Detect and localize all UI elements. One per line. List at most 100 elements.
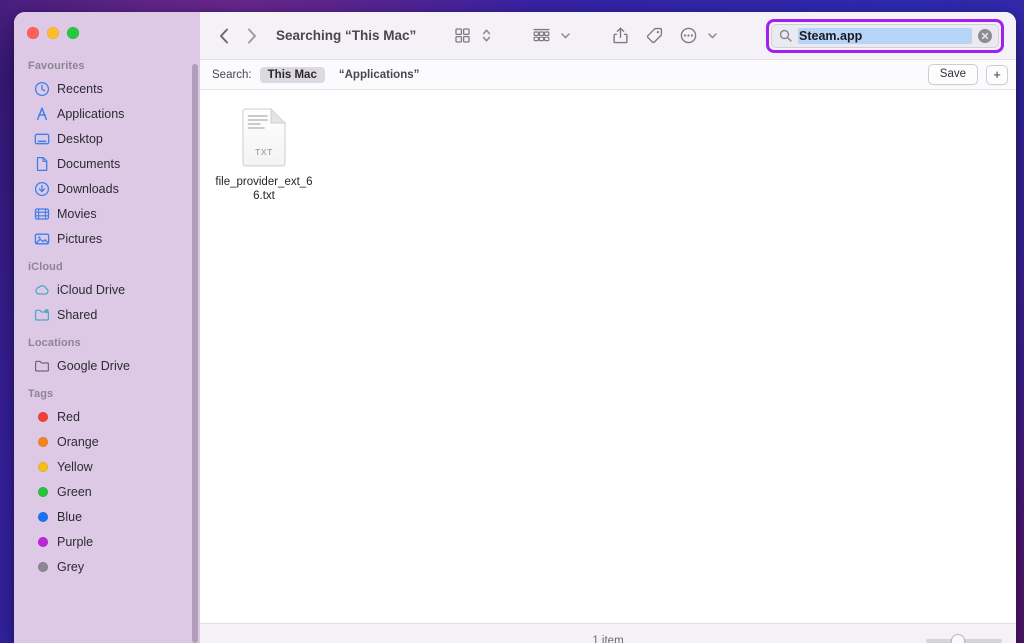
scope-chip--applications-[interactable]: “Applications”	[331, 67, 428, 83]
tag-dot-icon	[34, 559, 50, 575]
save-button[interactable]: Save	[927, 64, 978, 85]
sidebar: Favourites Recents Applications Desktop Docu…	[14, 12, 200, 643]
close-button[interactable]	[27, 27, 39, 39]
tag-color-dot	[38, 512, 48, 522]
sidebar-item-label: Documents	[57, 157, 121, 171]
sidebar-item-label: Orange	[57, 435, 99, 449]
file-list-area[interactable]: TXT file_provider_ext_66.txt	[200, 90, 1016, 623]
desktop-background: Favourites Recents Applications Desktop Docu…	[0, 0, 1024, 643]
tag-dot-icon	[34, 434, 50, 450]
sidebar-item-label: Purple	[57, 535, 94, 549]
text-document-icon: TXT	[240, 108, 288, 168]
search-icon	[779, 29, 792, 42]
sidebar-item-applications[interactable]: Applications	[20, 102, 192, 126]
tag-color-dot	[38, 437, 48, 447]
add-search-criteria-button[interactable]: +	[986, 64, 1008, 85]
tag-icon[interactable]	[640, 23, 668, 49]
sidebar-item-documents[interactable]: Documents	[20, 152, 192, 176]
desktop-icon	[34, 131, 50, 147]
zoom-button[interactable]	[67, 27, 79, 39]
sidebar-item-icloud-drive[interactable]: iCloud Drive	[20, 278, 192, 302]
sidebar-item-label: Movies	[57, 207, 97, 221]
scope-chip-this-mac[interactable]: This Mac	[259, 66, 325, 83]
sidebar-item-shared[interactable]: Shared	[20, 303, 192, 327]
shared-folder-icon	[34, 307, 50, 323]
sidebar-item-label: Yellow	[57, 460, 93, 474]
sidebar-item-label: iCloud Drive	[57, 283, 126, 297]
toolbar: Searching “This Mac” Steam.app	[200, 12, 1016, 60]
sidebar-section-title: Locations	[28, 337, 81, 349]
page-title: Searching “This Mac”	[276, 28, 417, 43]
cloud-icon	[34, 282, 50, 298]
group-by-controls	[527, 23, 572, 49]
sidebar-item-grey[interactable]: Grey	[20, 555, 192, 579]
search-field-highlight: Steam.app	[766, 18, 1004, 53]
chevron-down-icon[interactable]	[705, 23, 719, 49]
sidebar-item-orange[interactable]: Orange	[20, 430, 192, 454]
sidebar-item-green[interactable]: Green	[20, 480, 192, 504]
sidebar-item-yellow[interactable]: Yellow	[20, 455, 192, 479]
sidebar-item-label: Pictures	[57, 232, 103, 246]
sidebar-item-label: Recents	[57, 82, 103, 96]
forward-button[interactable]	[238, 22, 266, 50]
pictures-icon	[34, 231, 50, 247]
sidebar-scrollbar[interactable]	[192, 64, 198, 643]
window-controls	[14, 20, 200, 51]
sidebar-item-downloads[interactable]: Downloads	[20, 177, 192, 201]
sidebar-item-label: Google Drive	[57, 359, 130, 373]
folder-icon	[34, 358, 50, 374]
scope-label: Search:	[212, 68, 252, 81]
sidebar-item-label: Blue	[57, 510, 83, 524]
tag-color-dot	[38, 462, 48, 472]
sidebar-item-label: Green	[57, 485, 92, 499]
up-down-chevron-icon[interactable]	[479, 23, 493, 49]
grid-view-icon[interactable]	[448, 23, 476, 49]
search-field[interactable]: Steam.app	[771, 23, 999, 48]
group-by-icon[interactable]	[527, 23, 555, 49]
tag-dot-icon	[34, 484, 50, 500]
document-icon	[34, 156, 50, 172]
chevron-down-icon[interactable]	[558, 23, 572, 49]
tag-color-dot	[38, 537, 48, 547]
sidebar-item-desktop[interactable]: Desktop	[20, 127, 192, 151]
more-ellipsis-icon[interactable]	[674, 23, 702, 49]
tag-dot-icon	[34, 409, 50, 425]
content-pane: Searching “This Mac” Steam.app Search: T…	[200, 12, 1016, 643]
view-controls	[448, 23, 493, 49]
download-icon	[34, 181, 50, 197]
sidebar-item-red[interactable]: Red	[20, 405, 192, 429]
sidebar-section-title: Tags	[28, 388, 54, 400]
file-item[interactable]: TXT file_provider_ext_66.txt	[212, 104, 316, 207]
minimize-button[interactable]	[47, 27, 59, 39]
sidebar-item-recents[interactable]: Recents	[20, 77, 192, 101]
sidebar-item-blue[interactable]: Blue	[20, 505, 192, 529]
sidebar-section-title: iCloud	[28, 261, 63, 273]
tag-color-dot	[38, 412, 48, 422]
status-bar: 1 item	[200, 623, 1016, 643]
sidebar-item-label: Downloads	[57, 182, 119, 196]
more-controls	[674, 23, 719, 49]
sidebar-item-purple[interactable]: Purple	[20, 530, 192, 554]
appstore-a-icon	[34, 106, 50, 122]
sidebar-item-label: Applications	[57, 107, 125, 121]
tag-color-dot	[38, 562, 48, 572]
icon-size-slider[interactable]	[926, 633, 1002, 643]
movies-icon	[34, 206, 50, 222]
search-input[interactable]: Steam.app	[798, 27, 972, 44]
search-scope-bar: Search: This Mac “Applications” Save +	[200, 60, 1016, 90]
tag-dot-icon	[34, 534, 50, 550]
item-count-label: 1 item	[592, 634, 624, 643]
back-button[interactable]	[210, 22, 238, 50]
sidebar-item-label: Red	[57, 410, 80, 424]
finder-window: Favourites Recents Applications Desktop Docu…	[14, 12, 1016, 643]
tag-color-dot	[38, 487, 48, 497]
sidebar-item-pictures[interactable]: Pictures	[20, 227, 192, 251]
slider-thumb[interactable]	[951, 633, 966, 643]
sidebar-item-movies[interactable]: Movies	[20, 202, 192, 226]
sidebar-item-label: Grey	[57, 560, 85, 574]
sidebar-item-google-drive[interactable]: Google Drive	[20, 354, 192, 378]
tag-dot-icon	[34, 509, 50, 525]
share-icon[interactable]	[606, 23, 634, 49]
tag-dot-icon	[34, 459, 50, 475]
clear-circle-icon[interactable]	[978, 28, 992, 43]
